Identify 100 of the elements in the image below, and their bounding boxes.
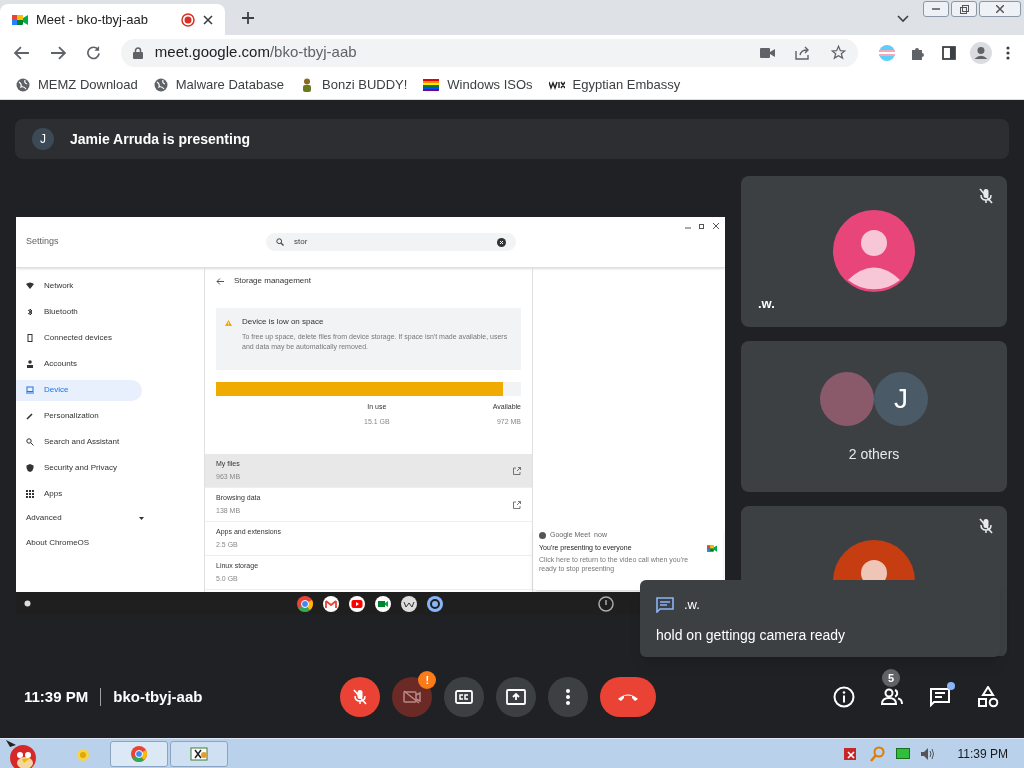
chat-sender: .w.: [684, 596, 700, 614]
more-options-button[interactable]: [548, 677, 589, 717]
minimize-button[interactable]: [923, 1, 949, 17]
activities-button[interactable]: [976, 685, 1000, 709]
chevron-down-icon[interactable]: [897, 15, 909, 23]
clear-icon[interactable]: [497, 237, 506, 247]
end-call-button[interactable]: [600, 677, 657, 717]
bookmark-link[interactable]: Malware Database: [175, 74, 285, 95]
camera-button[interactable]: [392, 677, 433, 717]
side-panel-icon[interactable]: [942, 45, 957, 60]
bookmark-link[interactable]: Egyptian Embassy: [572, 74, 681, 95]
close-button[interactable]: [979, 1, 1021, 17]
presenter-text: Jamie Arruda is presenting: [70, 129, 250, 149]
settings-nav-item[interactable]: Network: [16, 275, 142, 297]
present-button[interactable]: [496, 677, 537, 717]
restore-icon[interactable]: [699, 223, 705, 229]
chrome-icon: [131, 745, 147, 762]
settings-nav-item[interactable]: Security and Privacy: [16, 457, 142, 479]
external-link-icon[interactable]: [513, 500, 521, 509]
about-link[interactable]: About ChromeOS: [16, 537, 204, 549]
settings-nav-item[interactable]: Search and Assistant: [16, 431, 142, 453]
meet-logo-icon[interactable]: [375, 595, 391, 612]
hang-up-icon: [617, 692, 640, 702]
taskbar-app-button[interactable]: [170, 740, 228, 767]
reload-icon[interactable]: [85, 45, 101, 60]
mic-off-icon: [353, 689, 368, 705]
more-icon: [566, 689, 571, 705]
close-icon[interactable]: [713, 223, 719, 229]
participant-count-badge: 5: [882, 669, 900, 687]
minimize-icon: [932, 8, 940, 10]
wiki-icon[interactable]: [401, 595, 417, 612]
search-icon: [26, 438, 34, 446]
mail-icon[interactable]: [323, 595, 339, 612]
settings-nav-item[interactable]: Apps: [16, 483, 142, 505]
lock-icon: [132, 46, 143, 59]
share-icon[interactable]: [795, 45, 812, 60]
avatar-initial: J: [874, 372, 928, 426]
address-bar[interactable]: meet.google.com/bko-tbyj-aab: [120, 38, 859, 67]
warning-title: Device is low on space: [242, 316, 325, 328]
menu-icon[interactable]: [1006, 45, 1010, 60]
back-arrow-icon[interactable]: [216, 277, 224, 285]
chat-icon: [656, 596, 674, 613]
taskbar-clock: 11:39 PM: [957, 745, 1008, 763]
globe-icon: [16, 77, 30, 92]
alert-badge: !: [418, 671, 437, 689]
present-icon: [506, 689, 527, 705]
settings-nav-item[interactable]: Device: [16, 379, 142, 401]
person-icon: [26, 360, 34, 368]
profile-avatar-icon[interactable]: [970, 41, 992, 64]
bookmark-link[interactable]: Bonzi BUDDY!: [322, 74, 408, 95]
taskbar-app-button[interactable]: [110, 740, 168, 767]
globe-icon: [153, 77, 168, 92]
meet-logo-icon: [12, 12, 28, 27]
settings-nav-item[interactable]: Accounts: [16, 353, 142, 375]
bookmark-link[interactable]: MEMZ Download: [38, 74, 138, 95]
settings-icon[interactable]: [427, 595, 443, 612]
restore-button[interactable]: [951, 1, 977, 17]
settings-nav-item[interactable]: Connected devices: [16, 327, 142, 349]
info-button[interactable]: [832, 685, 856, 709]
spreadsheet-icon: [190, 746, 208, 761]
chat-button[interactable]: [928, 685, 952, 709]
microphone-button[interactable]: [340, 677, 381, 717]
wifi-icon: [26, 282, 34, 290]
launcher-icon[interactable]: [24, 600, 31, 607]
forward-icon[interactable]: [49, 45, 66, 60]
speaker-icon[interactable]: [919, 746, 936, 761]
video-camera-icon[interactable]: [760, 47, 776, 58]
meeting-time: 11:39 PM: [24, 686, 89, 707]
close-icon[interactable]: [203, 14, 213, 25]
advanced-toggle[interactable]: Advanced: [16, 509, 204, 527]
tab-title: Meet - bko-tbyj-aab: [36, 10, 149, 29]
participant-count: 2 others: [848, 445, 900, 464]
monitor-icon[interactable]: [895, 747, 910, 760]
grid-icon: [26, 490, 34, 498]
camera-off-icon: [403, 690, 422, 704]
settings-title: Settings: [26, 235, 60, 249]
settings-nav-item[interactable]: Personalization: [16, 405, 142, 427]
pencil-icon: [26, 412, 34, 420]
chat-message: hold on gettingg camera ready: [656, 625, 847, 645]
shield-icon: [26, 464, 34, 472]
settings-nav-item[interactable]: Bluetooth: [16, 301, 142, 323]
app-icon: [539, 531, 546, 539]
caret-icon: [139, 516, 144, 520]
external-link-icon[interactable]: [513, 466, 521, 475]
star-icon[interactable]: [831, 45, 847, 60]
captions-button[interactable]: [444, 677, 485, 717]
tray-icon[interactable]: [598, 595, 614, 612]
meeting-code: bko-tbyj-aab: [113, 686, 203, 707]
bookmark-link[interactable]: Windows ISOs: [447, 74, 533, 95]
search-icon: [276, 238, 284, 246]
browser-tab[interactable]: Meet - bko-tbyj-aab: [0, 4, 225, 35]
chat-notification[interactable]: .w. hold on gettingg camera ready: [640, 580, 1000, 657]
play-icon[interactable]: [349, 595, 365, 612]
settings-search-field[interactable]: stor: [266, 233, 516, 251]
chrome-icon[interactable]: [297, 595, 313, 612]
rainbow-flag-icon: [423, 77, 440, 92]
back-icon[interactable]: [14, 45, 30, 60]
new-tab-icon[interactable]: [241, 11, 255, 25]
page-title: Storage management: [234, 275, 311, 287]
info-icon: [833, 686, 855, 708]
